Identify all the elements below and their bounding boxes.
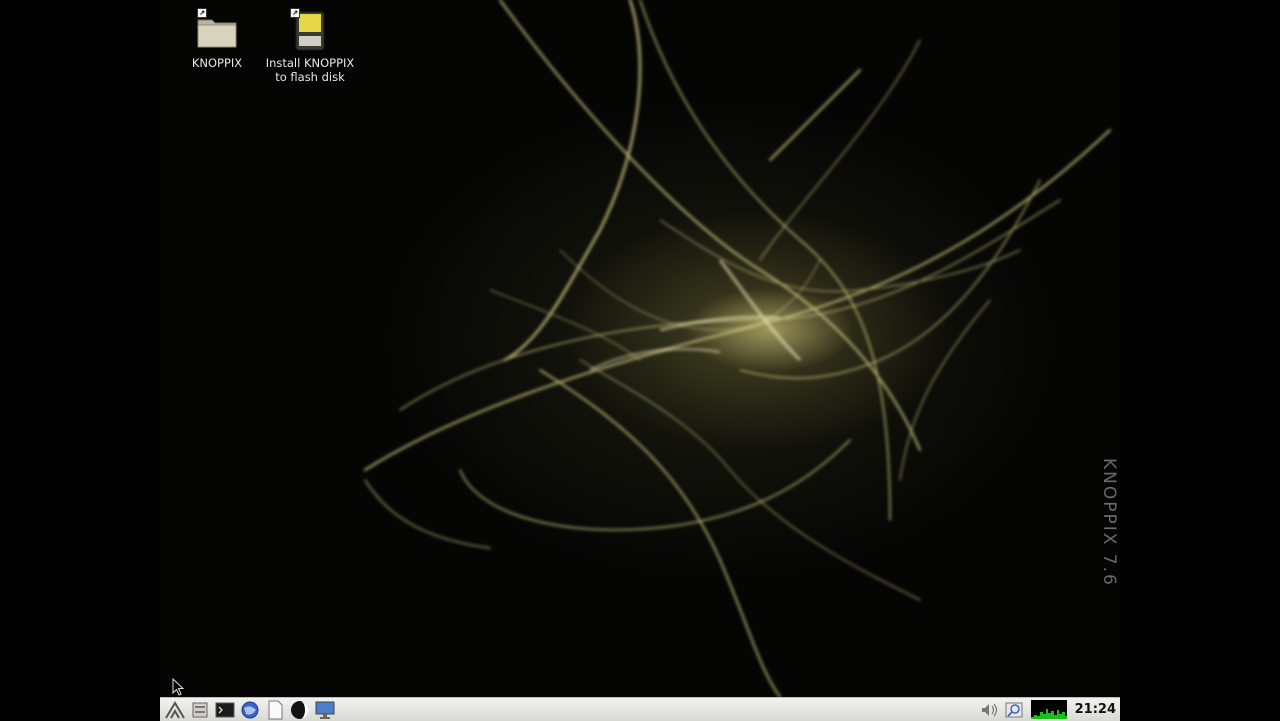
show-desktop-button[interactable] [314,700,336,720]
start-menu-icon [165,700,185,719]
system-tray: 21:24 [975,698,1120,721]
wallpaper [364,0,1111,697]
desktop-icon-label-line2: to flash disk [275,70,345,84]
web-browser-button[interactable] [239,700,261,720]
file-manager-icon [192,702,208,717]
desktop-icon-install-knoppix[interactable]: ↗ Install KNOPPIX to flash disk [260,8,360,84]
terminal-button[interactable] [214,700,236,720]
taskbar: 21:24 [160,697,1120,721]
desktop-display-icon [315,701,335,719]
desktop-icon-label-line1: Install KNOPPIX [265,56,355,70]
cpu-monitor[interactable] [1030,700,1067,719]
folder-icon: ↗ [194,8,240,54]
volume-button[interactable] [978,700,1000,720]
clock[interactable]: 21:24 [1071,702,1120,717]
file-manager-button[interactable] [189,700,211,720]
network-button[interactable] [1003,700,1025,720]
text-editor-icon [268,700,283,719]
knoppix-version-watermark: KNOPPIX 7.6 [1099,458,1119,587]
shortcut-arrow-icon: ↗ [290,8,300,18]
desktop-icon-knoppix[interactable]: ↗ KNOPPIX [167,8,267,70]
flash-disk-icon: ↗ [287,8,333,54]
text-editor-button[interactable] [264,700,286,720]
web-browser-icon [241,701,259,718]
shortcut-arrow-icon: ↗ [197,8,207,18]
office-button[interactable] [289,700,311,720]
start-menu-button[interactable] [164,700,186,720]
office-icon [291,700,309,719]
volume-icon [981,703,997,716]
terminal-icon [215,702,235,717]
mouse-pointer-icon [172,678,185,696]
network-icon [1005,702,1023,717]
desktop: ↗ KNOPPIX ↗ Install KNOPPIX to flash dis… [160,0,1120,720]
desktop-icon-label: KNOPPIX [191,56,243,70]
